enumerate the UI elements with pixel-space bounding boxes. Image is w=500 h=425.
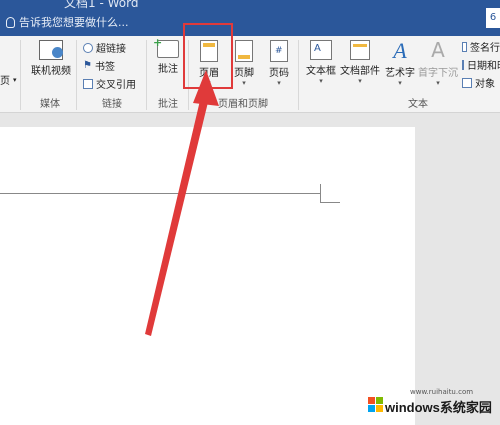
red-arrow-annotation bbox=[145, 70, 219, 336]
watermark-title: windows系统家园 bbox=[385, 400, 492, 415]
arrow-shaft bbox=[145, 92, 210, 336]
arrow-head bbox=[193, 70, 219, 106]
watermark-logo: www.ruihaitu.com windows系统家园 bbox=[368, 387, 500, 425]
windows-logo-icon bbox=[368, 397, 383, 412]
watermark-url: www.ruihaitu.com bbox=[410, 388, 474, 396]
